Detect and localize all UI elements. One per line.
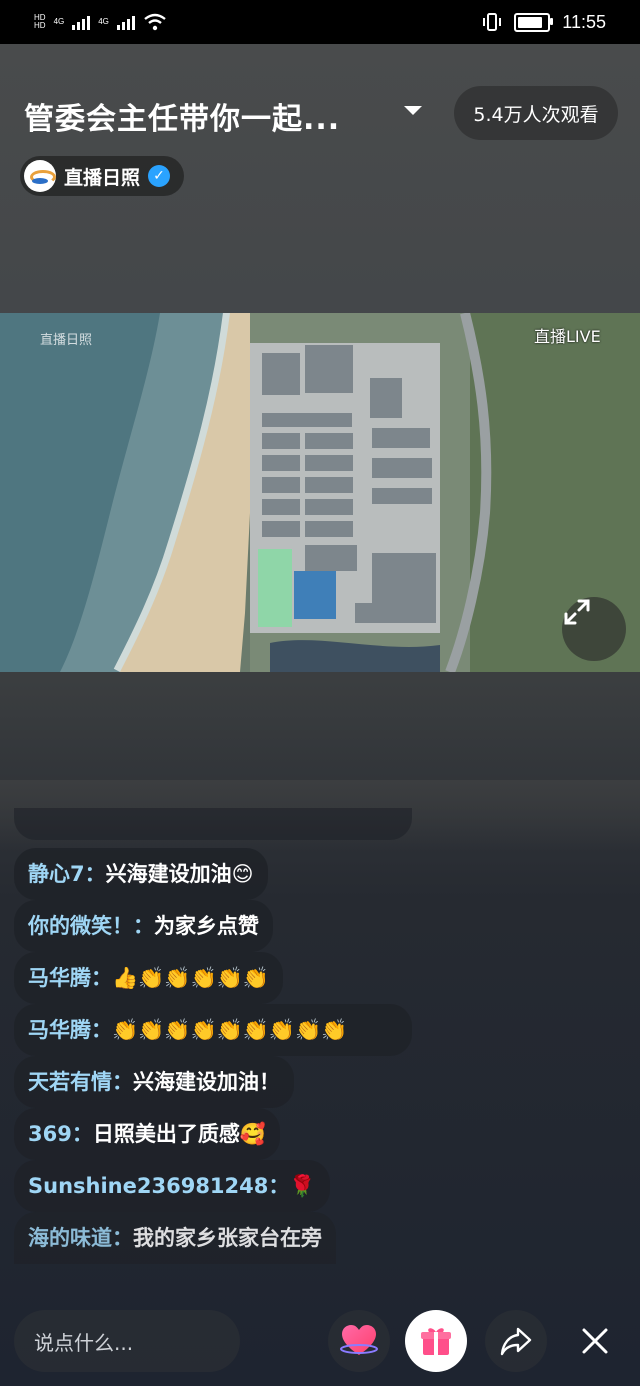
viewer-count: 5.4万人次观看 (454, 86, 618, 140)
status-right: 11:55 (482, 12, 640, 33)
comment-user[interactable]: 静心7： (28, 862, 106, 886)
comment-user[interactable]: 天若有情： (28, 1070, 133, 1094)
channel-name: 直播日照 (64, 166, 141, 189)
share-button[interactable] (485, 1310, 547, 1372)
vibrate-icon (483, 13, 502, 31)
network-type: 4G (53, 17, 65, 26)
like-button[interactable] (328, 1310, 390, 1372)
status-time: 11:55 (562, 11, 606, 32)
comment-item: 天若有情：兴海建设加油！ (14, 1056, 294, 1108)
channel-badge[interactable]: 直播日照 ✓ (20, 156, 185, 196)
close-icon (582, 1328, 608, 1354)
live-video[interactable]: 直播日照 直播LIVE (0, 313, 640, 672)
gift-button[interactable] (405, 1310, 467, 1372)
comment-user[interactable]: Sunshine236981248： (28, 1174, 289, 1198)
comment-text: 兴海建设加油😊 (105, 862, 254, 886)
comment-text: 👍👏👏👏👏👏 (112, 966, 269, 990)
video-watermark: 直播日照 (40, 333, 93, 348)
comment-item: 海的味道：我的家乡张家台在旁 (14, 1212, 336, 1264)
verified-icon: ✓ (148, 165, 171, 187)
comment-partial (14, 808, 412, 840)
expand-icon (564, 599, 590, 625)
comment-list[interactable]: 静心7：兴海建设加油😊 你的微笑！：为家乡点赞 马华腾：👍👏👏👏👏👏 马华腾：👏… (14, 848, 414, 1274)
comment-item: 你的微笑！：为家乡点赞 (14, 900, 273, 952)
chevron-down-icon[interactable] (404, 106, 422, 115)
status-bar: HD HD 4G 4G 11:55 (0, 0, 640, 44)
comment-text: 兴海建设加油！ (133, 1070, 280, 1094)
hd-indicator: HD HD (34, 13, 46, 30)
comment-item: 静心7：兴海建设加油😊 (14, 848, 268, 900)
share-icon (500, 1327, 532, 1356)
gift-icon (421, 1328, 451, 1355)
comment-input[interactable]: 说点什么... (14, 1310, 240, 1372)
live-badge: 直播LIVE (534, 327, 601, 346)
comment-user[interactable]: 你的微笑！： (28, 914, 154, 938)
comment-text: 我的家乡张家台在旁 (133, 1226, 322, 1250)
comment-text: 日照美出了质感🥰 (92, 1122, 266, 1146)
fullscreen-button[interactable] (562, 597, 626, 661)
comment-text: 👏👏👏👏👏👏👏👏👏 (112, 1018, 348, 1042)
channel-logo-icon (24, 160, 56, 192)
comment-text: 🌹 (289, 1174, 316, 1198)
aerial-scene (0, 313, 640, 672)
signal-icon-2 (116, 14, 135, 30)
heart-icon (340, 1325, 378, 1355)
comment-user[interactable]: 马华腾： (28, 966, 112, 990)
close-button[interactable] (564, 1310, 626, 1372)
comment-item: Sunshine236981248：🌹 (14, 1160, 330, 1212)
comment-user[interactable]: 369： (28, 1122, 93, 1146)
network-type-2: 4G (98, 17, 109, 26)
comment-user[interactable]: 马华腾： (28, 1018, 112, 1042)
wifi-icon (144, 13, 166, 31)
comment-item: 369：日照美出了质感🥰 (14, 1108, 280, 1160)
status-left: HD HD 4G 4G (0, 13, 167, 31)
signal-icon (72, 14, 91, 30)
comment-user[interactable]: 海的味道： (28, 1226, 133, 1250)
live-title[interactable]: 管委会主任带你一起... (24, 94, 340, 138)
battery-icon (514, 12, 554, 32)
comment-input-placeholder: 说点什么... (34, 1330, 134, 1355)
comment-item: 马华腾：👏👏👏👏👏👏👏👏👏 (14, 1004, 412, 1056)
comment-item: 马华腾：👍👏👏👏👏👏 (14, 952, 283, 1004)
comment-text: 为家乡点赞 (154, 914, 259, 938)
